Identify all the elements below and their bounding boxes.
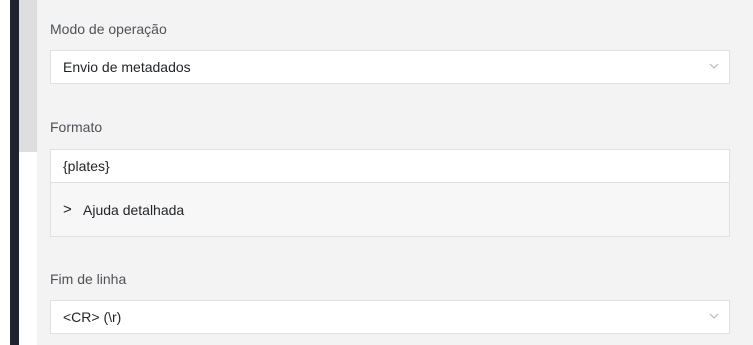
sidebar-edge bbox=[10, 0, 19, 345]
format-label: Formato bbox=[50, 119, 103, 135]
format-input[interactable]: {plates} bbox=[50, 149, 730, 183]
line-end-select[interactable]: <CR> (\r) bbox=[50, 300, 730, 334]
line-end-label: Fim de linha bbox=[50, 271, 127, 287]
chevron-down-icon bbox=[709, 313, 719, 319]
chevron-down-icon bbox=[709, 63, 719, 69]
format-input-value: {plates} bbox=[63, 158, 110, 174]
line-end-select-value: <CR> (\r) bbox=[63, 309, 122, 325]
detailed-help-label: Ajuda detalhada bbox=[83, 202, 185, 218]
detailed-help-toggle[interactable]: > Ajuda detalhada bbox=[50, 183, 730, 237]
mode-select-value: Envio de metadados bbox=[63, 59, 191, 75]
mode-select[interactable]: Envio de metadados bbox=[50, 50, 730, 84]
scrollbar-thumb[interactable] bbox=[19, 0, 37, 152]
mode-label: Modo de operação bbox=[50, 21, 167, 37]
chevron-right-icon: > bbox=[63, 201, 72, 218]
settings-page: Modo de operação Envio de metadados Form… bbox=[0, 0, 753, 345]
